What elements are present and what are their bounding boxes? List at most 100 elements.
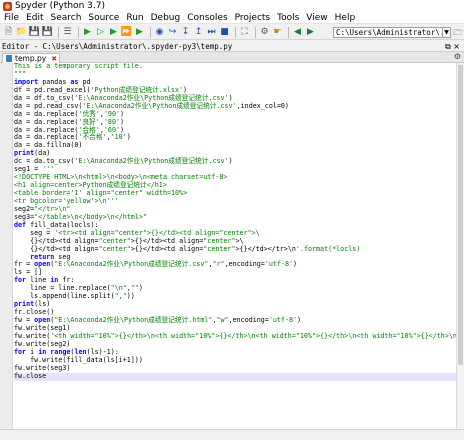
save-all-icon[interactable]: 💾 [42,27,53,38]
code-text: fw.close [14,371,47,380]
code-text: {}</td><td align="center">{}</td><td ali… [14,236,244,245]
code-text: <table border='1' align="center" width=1… [14,189,188,197]
debug-icon[interactable]: ◉ [154,27,165,38]
code-text: fw.write(seg3) [14,363,71,372]
chevron-down-icon[interactable]: ▼ [443,27,451,38]
editor-pane-header: Editor - C:\Users\Administrator\.spyder-… [0,41,464,52]
working-directory-input[interactable]: C:\Users\Administrator\.spyder-py3 [333,27,443,38]
new-file-icon[interactable]: 🗎 [3,27,14,38]
code-line[interactable]: 35print(ls) [14,300,456,309]
menu-tools[interactable]: Tools [277,13,299,23]
menu-consoles[interactable]: Consoles [187,13,227,23]
step-return-icon[interactable]: ↥ [193,27,204,38]
step-icon[interactable]: ↪ [167,27,178,38]
code-line[interactable]: 44fw.close [14,371,456,381]
code-line[interactable]: 30fr = open("E:\Anaconda2作业\Python成绩登记统计… [14,260,456,269]
code-text: seg = '<tr><td align="center">{}</td><td… [14,228,260,237]
code-text: seg1 = ''' [14,165,55,174]
close-tab-icon[interactable]: ✖ [51,55,57,63]
run-selection-icon[interactable]: ▶ [134,27,145,38]
menu-file[interactable]: File [4,13,19,23]
code-text: fw.write(seg2) [14,339,71,348]
menu-debug[interactable]: Debug [151,13,181,23]
editor-tab-bar: temp.py ✖ ⚙ [0,52,464,63]
code-text: This is a temporary script file. [14,63,143,70]
close-pane-icon[interactable]: × [453,42,460,51]
tab-options-icon[interactable]: ⚙ [454,52,461,61]
step-into-icon[interactable]: ↧ [180,27,191,38]
code-line[interactable]: 37fw = open("E:\Anaconda2作业\Python成绩登记统计… [14,316,456,325]
code-text: seg3="</table>\n</body>\n</html>" [14,212,147,221]
spyder-app-icon [3,1,12,11]
maximize-icon[interactable]: ⛶ [239,27,250,38]
menu-bar: File Edit Search Source Run Debug Consol… [0,12,464,24]
run-cell-advance-icon[interactable]: ⏩ [121,27,132,38]
code-text: {}</td><td align="center">{}</td><td ali… [14,244,361,253]
code-text: fr.close() [14,308,55,317]
code-text: ls.append(line.split(",")) [14,292,135,301]
toolbar-separator [58,26,59,38]
code-line[interactable]: 22<tr bgcolor='yellow'>\n''' [14,197,456,206]
code-line[interactable]: 31ls = [] [14,268,456,277]
menu-view[interactable]: View [306,13,327,23]
window-title: Spyder (Python 3.7) [15,1,105,11]
code-text: <!DOCTYPE HTML>\n<html>\n<body>\n<meta c… [14,173,228,182]
tab-temp-py[interactable]: temp.py ✖ [2,53,60,63]
stop-icon[interactable]: ■ [219,27,230,38]
scrollbar-thumb[interactable] [458,65,463,365]
code-text: da = da.fillna(0) [14,141,83,150]
code-text: fw.write(fill_data(ls[i+1])) [14,355,143,364]
code-text: da = da.replace('不合格','10') [14,133,131,142]
menu-search[interactable]: Search [51,13,82,23]
code-line[interactable]: 15da = da.fillna(0) [14,141,456,150]
menu-source[interactable]: Source [88,13,119,23]
code-text: import pandas as pd [14,77,91,86]
code-text: <h1 align=center>Python成绩登记统计</h1> [14,181,167,190]
back-icon[interactable]: ◀ [292,27,303,38]
tab-label: temp.py [15,54,47,63]
code-line[interactable]: 43fw.write(seg3) [14,363,456,373]
toolbar-separator [78,26,79,38]
run-file-icon[interactable]: ▷ [95,27,106,38]
code-text: def fill_data(locls): [14,220,99,229]
code-line[interactable]: 17dc = da.to_csv('E:\Anaconda2作业\Python成… [14,157,456,166]
undock-icon[interactable]: ⧉ [445,42,451,51]
pythonpath-icon[interactable]: ☛ [272,27,283,38]
code-text: fr = open("E:\Anaconda2作业\Python成绩登记统计.c… [14,260,298,269]
code-text: fw = open("E:\Anaconda2作业\Python成绩登记统计.h… [14,316,302,324]
code-line[interactable]: 34 ls.append(line.split(",")) [14,292,456,301]
menu-help[interactable]: Help [335,13,356,23]
menu-run[interactable]: Run [126,13,143,23]
code-text: dc = da.to_csv('E:\Anaconda2作业\Python成绩登… [14,157,233,166]
toolbar-separator [288,26,289,38]
code-line[interactable]: 39fw.write('<th width="10%">{}</th>\n<th… [14,332,456,341]
list-icon[interactable]: ☰ [62,27,73,38]
editor-scrollbar[interactable] [456,63,464,429]
toolbar-separator [150,26,151,38]
code-line[interactable]: 28 {}</td><td align="center">{}</td><td … [14,244,456,254]
open-folder-icon[interactable]: 📁 [16,27,27,38]
code-editor[interactable]: 5This is a temporary script file.6"""7im… [0,63,464,429]
run-icon[interactable]: ▶ [82,27,93,38]
code-text: print(ls) [14,300,51,309]
toolbar-separator [255,26,256,38]
editor-path-label: Editor - C:\Users\Administrator\.spyder-… [2,42,233,51]
forward-icon[interactable]: ▶ [305,27,316,38]
settings-icon[interactable]: ⚙ [259,27,270,38]
run-cell-icon[interactable]: ▶ [108,27,119,38]
save-icon[interactable]: 💾 [29,27,40,38]
continue-icon[interactable]: ⏭ [206,27,217,38]
pane-controls: ⧉ × [445,41,460,52]
title-bar: Spyder (Python 3.7) [0,0,464,12]
code-text: df = pd.read_excel('Python成绩登记统计.xlsx') [14,85,187,94]
toolbar-separator [235,26,236,38]
browse-folder-icon[interactable]: 🗁 [453,27,463,38]
code-text: da = pd.read_csv('E:\Anaconda2作业\Python成… [14,101,289,110]
code-line[interactable]: 42 fw.write(fill_data(ls[i+1])) [14,355,456,365]
menu-edit[interactable]: Edit [26,13,43,23]
code-line[interactable]: 5This is a temporary script file. [14,63,456,71]
python-file-icon [6,55,12,62]
code-text: da = da.replace('良好','80') [14,117,125,126]
code-area[interactable]: 5This is a temporary script file.6"""7im… [14,63,456,429]
menu-projects[interactable]: Projects [235,13,270,23]
